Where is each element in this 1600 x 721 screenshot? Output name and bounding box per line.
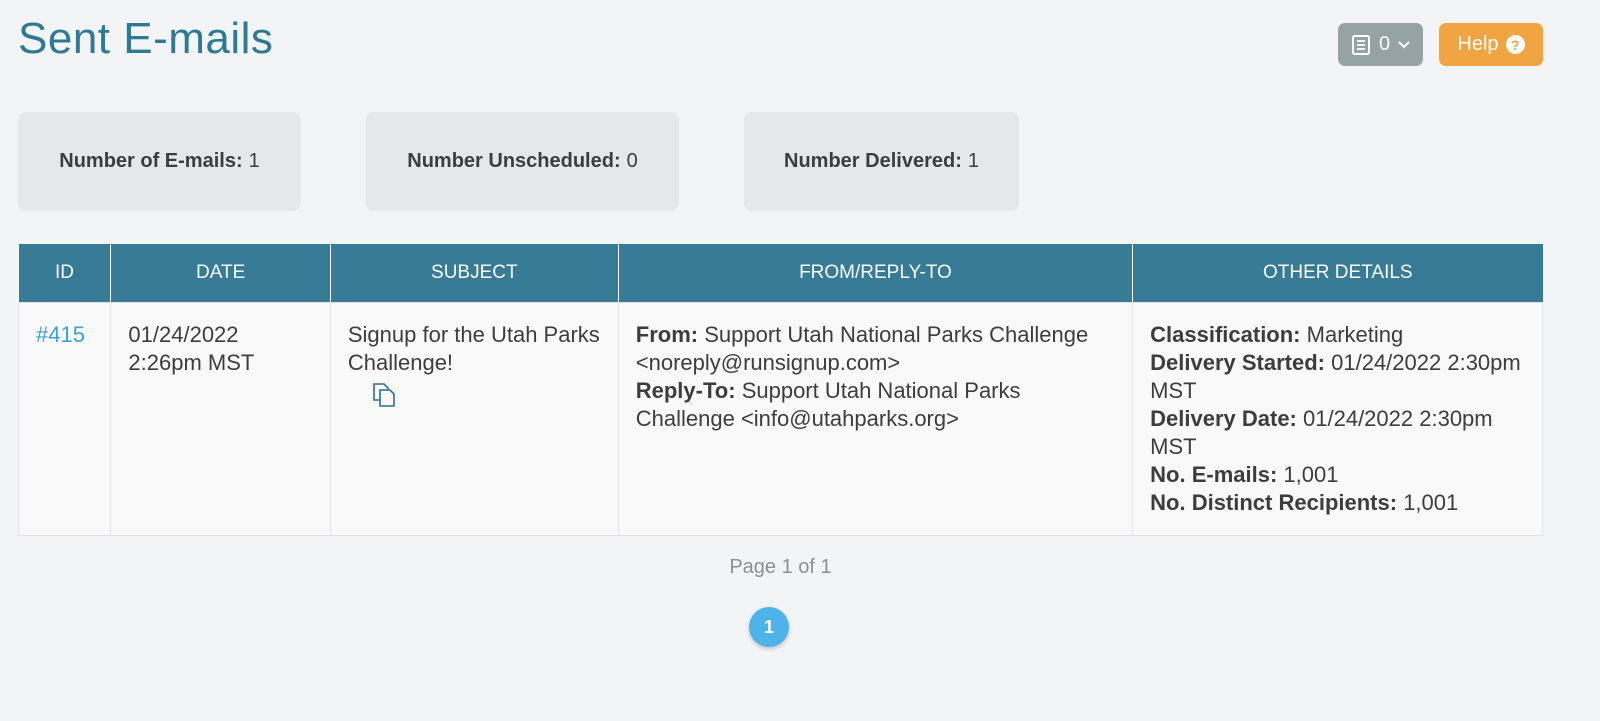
question-circle-icon: ?: [1505, 35, 1525, 54]
stat-label: Number Unscheduled:: [407, 150, 621, 172]
subject-text: Signup for the Utah Parks Challenge!: [347, 322, 600, 375]
stat-number-of-emails: Number of E-mails: 1: [18, 112, 301, 211]
cell-from-reply-to: From: Support Utah National Parks Challe…: [617, 302, 1134, 536]
from-value: Support Utah National Parks Challenge <n…: [635, 322, 1089, 375]
sent-emails-table: ID DATE SUBJECT FROM/REPLY-TO OTHER DETA…: [17, 244, 1543, 536]
pagination-page-1-button[interactable]: 1: [749, 607, 789, 647]
cell-subject: Signup for the Utah Parks Challenge!: [329, 302, 619, 536]
classification-label: Classification:: [1150, 322, 1301, 347]
list-document-icon: [1351, 34, 1371, 56]
top-actions: 0 Help ?: [1338, 23, 1543, 66]
delivery-date-label: Delivery Date:: [1150, 406, 1297, 431]
cell-id: #415: [17, 302, 112, 536]
column-header-subject[interactable]: SUBJECT: [329, 244, 619, 303]
cell-date: 01/24/2022 2:26pm MST: [110, 302, 331, 536]
distinct-recipients-value: 1,001: [1403, 490, 1459, 515]
pagination-info: Page 1 of 1: [729, 556, 832, 578]
stat-label: Number of E-mails:: [59, 150, 243, 172]
table-row: #415 01/24/2022 2:26pm MST Signup for th…: [17, 302, 1543, 536]
sent-emails-page: Sent E-mails 0 Help ? Number of E-mails:…: [0, 0, 1600, 721]
email-id-link[interactable]: #415: [36, 322, 85, 347]
number-emails-label: No. E-mails:: [1150, 462, 1278, 487]
distinct-recipients-label: No. Distinct Recipients:: [1150, 490, 1398, 515]
copy-icon[interactable]: [370, 381, 398, 409]
column-header-id[interactable]: ID: [18, 244, 111, 303]
stat-label: Number Delivered:: [784, 150, 962, 172]
reply-to-label: Reply-To:: [635, 378, 736, 403]
time-value: 2:26pm MST: [128, 350, 255, 375]
from-label: From:: [635, 322, 699, 347]
help-button[interactable]: Help ?: [1439, 23, 1543, 66]
stat-value: 1: [967, 150, 979, 172]
cart-dropdown-button[interactable]: 0: [1338, 23, 1423, 66]
date-value: 01/24/2022: [128, 322, 239, 347]
delivery-started-label: Delivery Started:: [1150, 350, 1325, 375]
chevron-down-icon: [1398, 40, 1410, 49]
page-title: Sent E-mails: [18, 14, 274, 63]
column-header-date[interactable]: DATE: [110, 244, 331, 303]
classification-value: Marketing: [1306, 322, 1404, 347]
table-header-row: ID DATE SUBJECT FROM/REPLY-TO OTHER DETA…: [18, 244, 1543, 303]
stat-value: 1: [248, 150, 260, 172]
column-header-from-reply-to[interactable]: FROM/REPLY-TO: [617, 244, 1133, 303]
stat-number-delivered: Number Delivered: 1: [744, 112, 1019, 211]
number-emails-value: 1,001: [1283, 462, 1339, 487]
stat-value: 0: [626, 150, 638, 172]
cell-other-details: Classification: Marketing Delivery Start…: [1132, 302, 1543, 536]
cart-count: 0: [1378, 33, 1391, 55]
help-label: Help: [1457, 33, 1499, 55]
stat-number-unscheduled: Number Unscheduled: 0: [366, 112, 679, 211]
column-header-other-details[interactable]: OTHER DETAILS: [1132, 244, 1543, 303]
